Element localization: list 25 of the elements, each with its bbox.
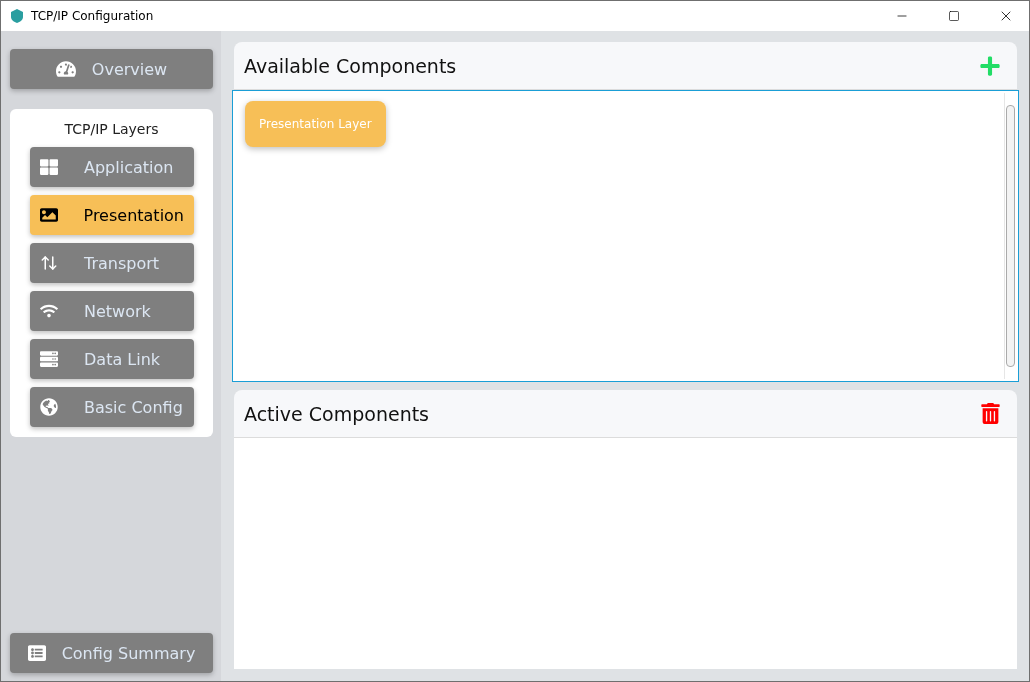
layers-title: TCP/IP Layers bbox=[63, 121, 160, 137]
layer-button[interactable]: Transport bbox=[30, 243, 194, 283]
server-icon bbox=[40, 350, 58, 368]
grid-icon bbox=[40, 158, 58, 176]
layer-button[interactable]: Application bbox=[30, 147, 194, 187]
gauge-icon bbox=[55, 59, 76, 79]
available-title: Available Components bbox=[244, 54, 457, 77]
trash-icon[interactable] bbox=[980, 403, 1001, 425]
scrollbar[interactable] bbox=[1004, 93, 1016, 380]
app-logo-icon bbox=[9, 8, 25, 24]
globe-icon bbox=[40, 398, 58, 416]
layer-button[interactable]: Basic Config bbox=[30, 387, 194, 427]
layer-button[interactable]: Presentation bbox=[30, 195, 194, 235]
maximize-icon[interactable] bbox=[948, 10, 960, 22]
window-title: TCP/IP Configuration bbox=[31, 9, 155, 23]
component-chip[interactable]: Presentation Layer bbox=[245, 101, 386, 147]
config-summary-button[interactable]: Config Summary bbox=[10, 633, 213, 673]
active-title: Active Components bbox=[244, 402, 430, 425]
list-icon bbox=[27, 644, 46, 662]
layer-button[interactable]: Network bbox=[30, 291, 194, 331]
wifi-icon bbox=[40, 302, 58, 320]
up-down-arrows-icon bbox=[40, 254, 58, 272]
layer-button[interactable]: Data Link bbox=[30, 339, 194, 379]
image-icon bbox=[40, 206, 58, 224]
overview-button[interactable]: Overview bbox=[10, 49, 213, 89]
